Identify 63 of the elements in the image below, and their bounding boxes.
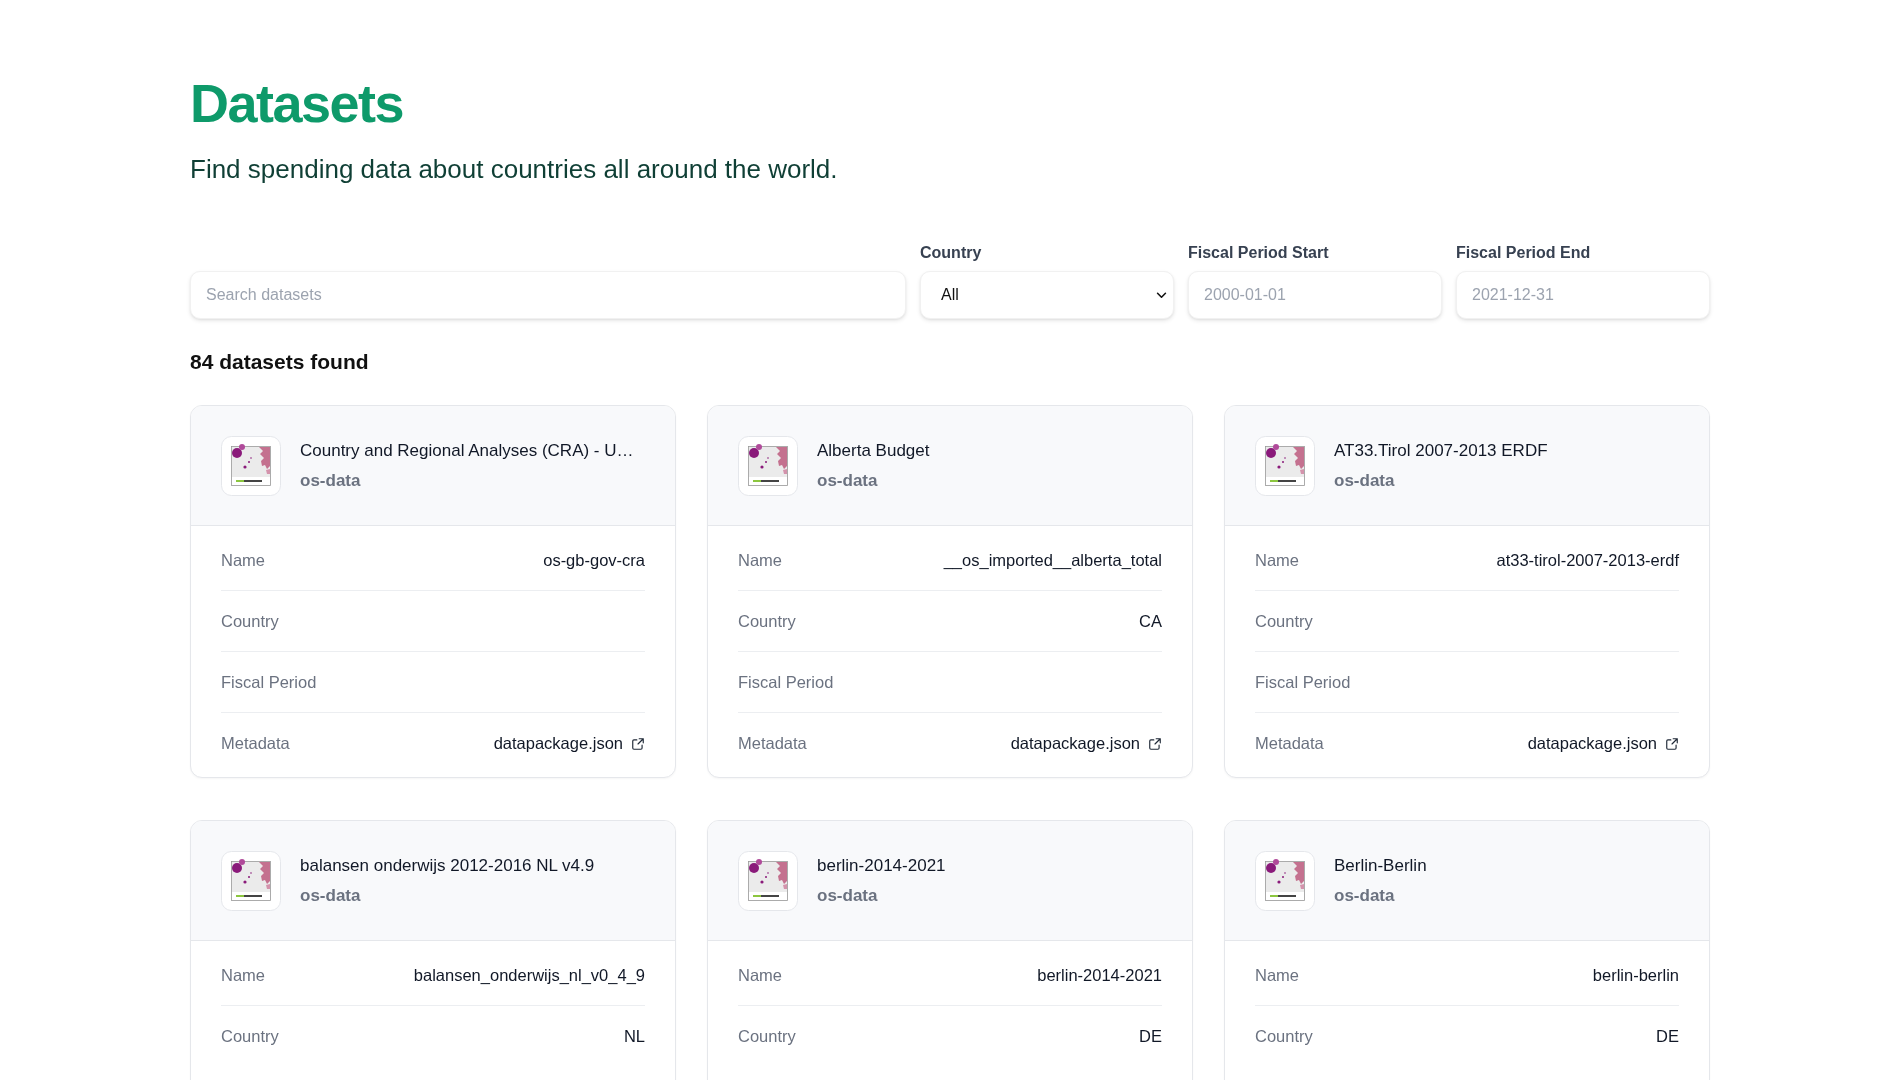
field-label: Fiscal Period — [1255, 672, 1351, 692]
dataset-title: Berlin-Berlin — [1334, 854, 1427, 877]
field-value: __os_imported__alberta_total — [943, 550, 1162, 570]
page-title: Datasets — [190, 73, 404, 133]
field-value: CA — [1139, 611, 1162, 631]
metadata-link[interactable]: datapackage.json — [1010, 734, 1162, 753]
field-label: Name — [221, 965, 265, 985]
external-link-icon — [631, 736, 645, 751]
results-count: 84 datasets found — [190, 349, 369, 375]
fiscal-start-label: Fiscal Period Start — [1188, 243, 1329, 263]
field-label: Name — [738, 965, 782, 985]
dataset-title: AT33.Tirol 2007-2013 ERDF — [1334, 439, 1548, 462]
dataset-thumbnail-icon — [221, 435, 281, 496]
start-date-field[interactable]: 2000-01-01 — [1188, 271, 1442, 319]
dataset-owner: os-data — [817, 884, 878, 907]
dataset-title: balansen onderwijs 2012-2016 NL v4.9 — [300, 854, 595, 877]
field-label: Fiscal Period — [221, 672, 317, 692]
country-select[interactable]: All — [920, 271, 1174, 319]
dataset-thumbnail-icon — [1255, 850, 1315, 911]
field-label: Country — [738, 1027, 796, 1046]
field-label: Country — [221, 611, 279, 631]
metadata-link[interactable]: datapackage.json — [493, 734, 645, 753]
end-date-field[interactable]: 2021-12-31 — [1456, 271, 1710, 319]
field-value: DE — [1139, 1027, 1162, 1046]
field-label: Fiscal Period — [738, 672, 834, 692]
field-label: Country — [1255, 1027, 1313, 1046]
search-field[interactable]: Search datasets — [190, 271, 906, 319]
dataset-owner: os-data — [300, 884, 361, 907]
dataset-title: berlin-2014-2021 — [817, 854, 946, 877]
chevron-down-icon — [1156, 291, 1167, 299]
field-label: Name — [1255, 965, 1299, 985]
dataset-thumbnail-icon — [738, 435, 798, 496]
field-value: berlin-2014-2021 — [1037, 965, 1162, 985]
external-link-icon — [1148, 736, 1162, 751]
field-value: DE — [1656, 1027, 1679, 1046]
dataset-owner: os-data — [300, 469, 361, 492]
field-label: Country — [738, 611, 796, 631]
field-label: Metadata — [738, 734, 807, 753]
dataset-owner: os-data — [1334, 884, 1395, 907]
dataset-owner: os-data — [1334, 469, 1395, 492]
field-value: at33-tirol-2007-2013-erdf — [1496, 550, 1679, 570]
field-value: balansen_onderwijs_nl_v0_4_9 — [413, 965, 645, 985]
field-label: Name — [221, 550, 265, 570]
dataset-thumbnail-icon — [738, 850, 798, 911]
field-label: Country — [221, 1027, 279, 1046]
dataset-title: Alberta Budget — [817, 439, 930, 462]
fiscal-end-label: Fiscal Period End — [1456, 243, 1591, 263]
field-label: Name — [1255, 550, 1299, 570]
field-label: Metadata — [1255, 734, 1324, 753]
dataset-thumbnail-icon — [1255, 435, 1315, 496]
country-label: Country — [920, 243, 982, 263]
dataset-thumbnail-icon — [221, 850, 281, 911]
external-link-icon — [1665, 736, 1679, 751]
field-label: Metadata — [221, 734, 290, 753]
field-value: os-gb-gov-cra — [543, 550, 645, 570]
metadata-link[interactable]: datapackage.json — [1527, 734, 1679, 753]
dataset-title: Country and Regional Analyses (CRA) - U… — [300, 439, 634, 462]
dataset-owner: os-data — [817, 469, 878, 492]
field-label: Country — [1255, 611, 1313, 631]
field-value: NL — [623, 1027, 645, 1046]
field-value: berlin-berlin — [1592, 965, 1679, 985]
field-label: Name — [738, 550, 782, 570]
page-subtitle: Find spending data about countries all around the world. — [190, 153, 838, 186]
